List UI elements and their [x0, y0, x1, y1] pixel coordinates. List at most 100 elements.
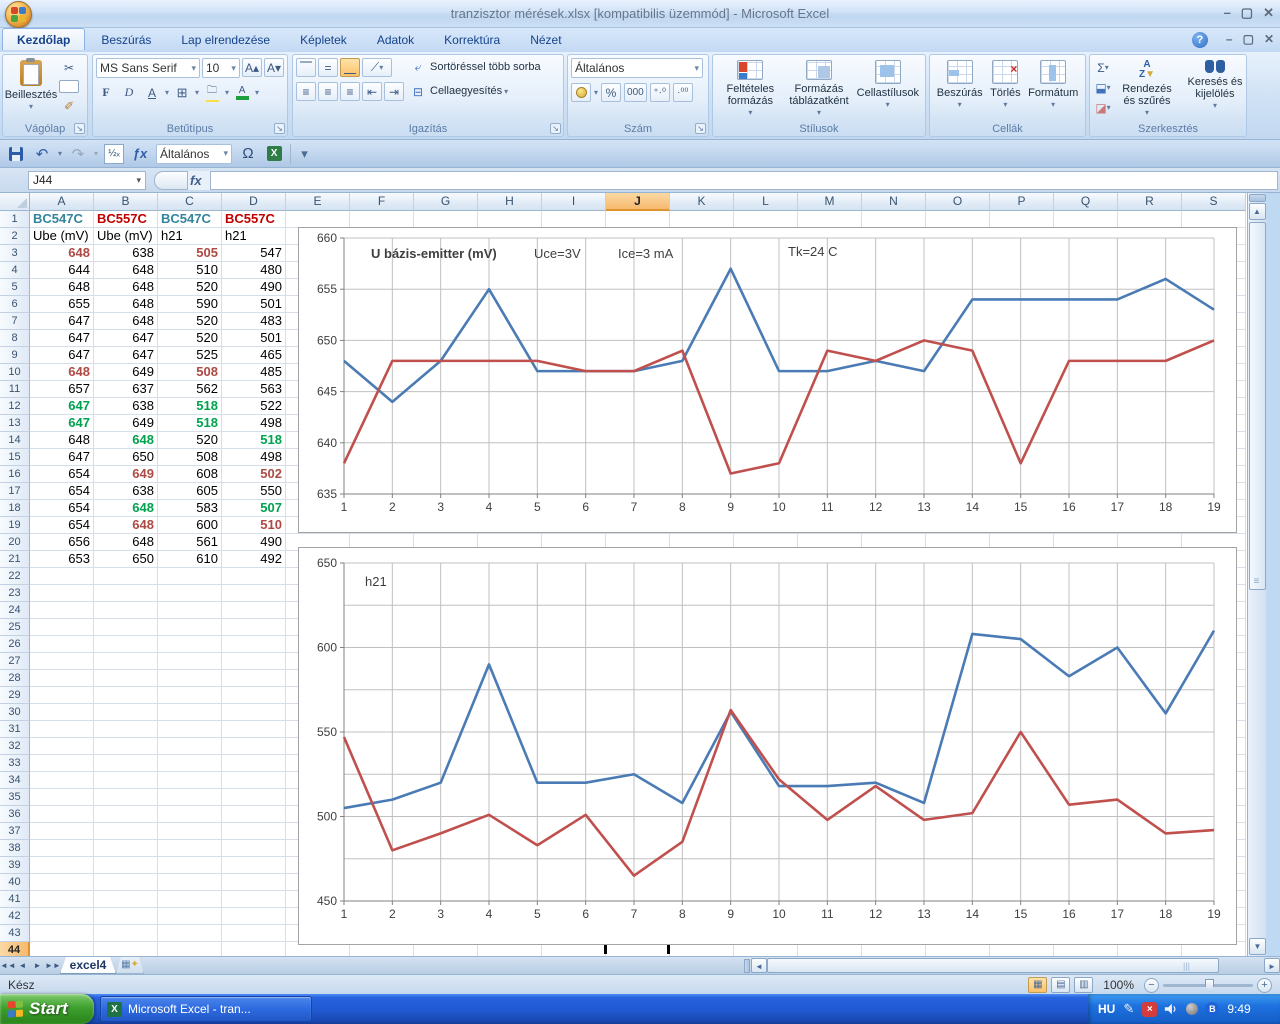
minimize-button[interactable]: – — [1224, 5, 1231, 21]
row-header-36[interactable]: 36 — [0, 806, 30, 823]
cell-D17[interactable]: 550 — [222, 483, 286, 500]
column-header-F[interactable]: F — [350, 193, 414, 211]
cell-D10[interactable]: 485 — [222, 364, 286, 381]
cell-D26[interactable] — [222, 636, 286, 653]
row-header-2[interactable]: 2 — [0, 228, 30, 245]
zoom-in-button[interactable]: + — [1257, 977, 1272, 993]
column-header-R[interactable]: R — [1118, 193, 1182, 211]
cell-B15[interactable]: 650 — [94, 449, 158, 466]
cell-B11[interactable]: 637 — [94, 381, 158, 398]
cell-C4[interactable]: 510 — [158, 262, 222, 279]
tab-lap-elrendezése[interactable]: Lap elrendezése — [167, 29, 284, 50]
cell-B29[interactable] — [94, 687, 158, 704]
cell-B34[interactable] — [94, 772, 158, 789]
formula-input[interactable] — [210, 170, 1278, 190]
cell-B39[interactable] — [94, 857, 158, 874]
cell-C43[interactable] — [158, 925, 222, 942]
cell-A30[interactable] — [30, 704, 94, 721]
column-header-B[interactable]: B — [94, 193, 158, 211]
cell-A39[interactable] — [30, 857, 94, 874]
prev-sheet-button[interactable]: ◄ — [15, 957, 30, 974]
cell-B17[interactable]: 638 — [94, 483, 158, 500]
cell-B12[interactable]: 638 — [94, 398, 158, 415]
scroll-left-button[interactable]: ◄ — [751, 958, 767, 973]
align-left-button[interactable]: ≡ — [296, 82, 316, 101]
cell-Q1[interactable] — [1054, 211, 1118, 228]
cell-C27[interactable] — [158, 653, 222, 670]
cell-B28[interactable] — [94, 670, 158, 687]
cell-A12[interactable]: 647 — [30, 398, 94, 415]
row-header-23[interactable]: 23 — [0, 585, 30, 602]
cell-B35[interactable] — [94, 789, 158, 806]
row-header-37[interactable]: 37 — [0, 823, 30, 840]
row-header-7[interactable]: 7 — [0, 313, 30, 330]
cell-B43[interactable] — [94, 925, 158, 942]
column-header-Q[interactable]: Q — [1054, 193, 1118, 211]
column-header-S[interactable]: S — [1182, 193, 1246, 211]
cell-A38[interactable] — [30, 840, 94, 857]
cell-H1[interactable] — [478, 211, 542, 228]
row-header-1[interactable]: 1 — [0, 211, 30, 228]
fill-color-button[interactable]: 🗀 — [202, 83, 222, 102]
cell-C13[interactable]: 518 — [158, 415, 222, 432]
cell-B9[interactable]: 647 — [94, 347, 158, 364]
redo-button[interactable]: ↷ — [68, 144, 88, 164]
cell-F1[interactable] — [350, 211, 414, 228]
scroll-up-button[interactable]: ▲ — [1248, 203, 1266, 220]
first-sheet-button[interactable]: ◄◄ — [0, 957, 16, 974]
cell-N1[interactable] — [862, 211, 926, 228]
cell-D13[interactable]: 498 — [222, 415, 286, 432]
cell-C40[interactable] — [158, 874, 222, 891]
cell-C7[interactable]: 520 — [158, 313, 222, 330]
cell-C30[interactable] — [158, 704, 222, 721]
cell-B30[interactable] — [94, 704, 158, 721]
cell-B44[interactable] — [94, 942, 158, 956]
row-header-18[interactable]: 18 — [0, 500, 30, 517]
clear-button[interactable]: ◪ ▾ — [1093, 98, 1113, 117]
align-center-button[interactable]: ≡ — [318, 82, 338, 101]
cell-C8[interactable]: 520 — [158, 330, 222, 347]
symbol-button[interactable]: Ω — [238, 144, 258, 164]
orientation-button[interactable]: ⟋ ▾ — [362, 58, 392, 77]
cell-B5[interactable]: 648 — [94, 279, 158, 296]
format-painter-icon[interactable]: ✐ — [56, 96, 82, 115]
cell-D38[interactable] — [222, 840, 286, 857]
cell-A40[interactable] — [30, 874, 94, 891]
cell-P1[interactable] — [990, 211, 1054, 228]
cell-D42[interactable] — [222, 908, 286, 925]
row-header-44[interactable]: 44 — [0, 942, 30, 956]
cell-C29[interactable] — [158, 687, 222, 704]
cell-A35[interactable] — [30, 789, 94, 806]
horizontal-split-handle[interactable] — [744, 959, 750, 973]
number-format-select[interactable]: Általános ▾ — [571, 58, 703, 78]
cell-B24[interactable] — [94, 602, 158, 619]
security-shield-icon[interactable]: × — [1142, 1001, 1158, 1017]
cell-S1[interactable] — [1182, 211, 1246, 228]
cell-I1[interactable] — [542, 211, 606, 228]
column-header-O[interactable]: O — [926, 193, 990, 211]
cell-B32[interactable] — [94, 738, 158, 755]
select-all-corner[interactable] — [0, 193, 30, 211]
scroll-right-button[interactable]: ► — [1264, 958, 1280, 973]
cell-C39[interactable] — [158, 857, 222, 874]
cell-C33[interactable] — [158, 755, 222, 772]
cell-B37[interactable] — [94, 823, 158, 840]
cell-D40[interactable] — [222, 874, 286, 891]
number-dialog-launcher[interactable]: ↘ — [695, 123, 706, 134]
zoom-level[interactable]: 100% — [1103, 978, 1134, 992]
cell-D29[interactable] — [222, 687, 286, 704]
volume-icon[interactable] — [1163, 1002, 1178, 1017]
cell-C22[interactable] — [158, 568, 222, 585]
taskbar-excel-button[interactable]: X Microsoft Excel - tran... — [100, 996, 312, 1022]
cell-C11[interactable]: 562 — [158, 381, 222, 398]
decrease-indent-button[interactable]: ⇤ — [362, 82, 382, 101]
increase-indent-button[interactable]: ⇥ — [384, 82, 404, 101]
row-header-16[interactable]: 16 — [0, 466, 30, 483]
cell-C5[interactable]: 520 — [158, 279, 222, 296]
cell-D2[interactable]: h21 — [222, 228, 286, 245]
language-indicator[interactable]: HU — [1098, 1002, 1115, 1016]
column-header-H[interactable]: H — [478, 193, 542, 211]
row-header-11[interactable]: 11 — [0, 381, 30, 398]
cell-A19[interactable]: 654 — [30, 517, 94, 534]
cell-A18[interactable]: 654 — [30, 500, 94, 517]
